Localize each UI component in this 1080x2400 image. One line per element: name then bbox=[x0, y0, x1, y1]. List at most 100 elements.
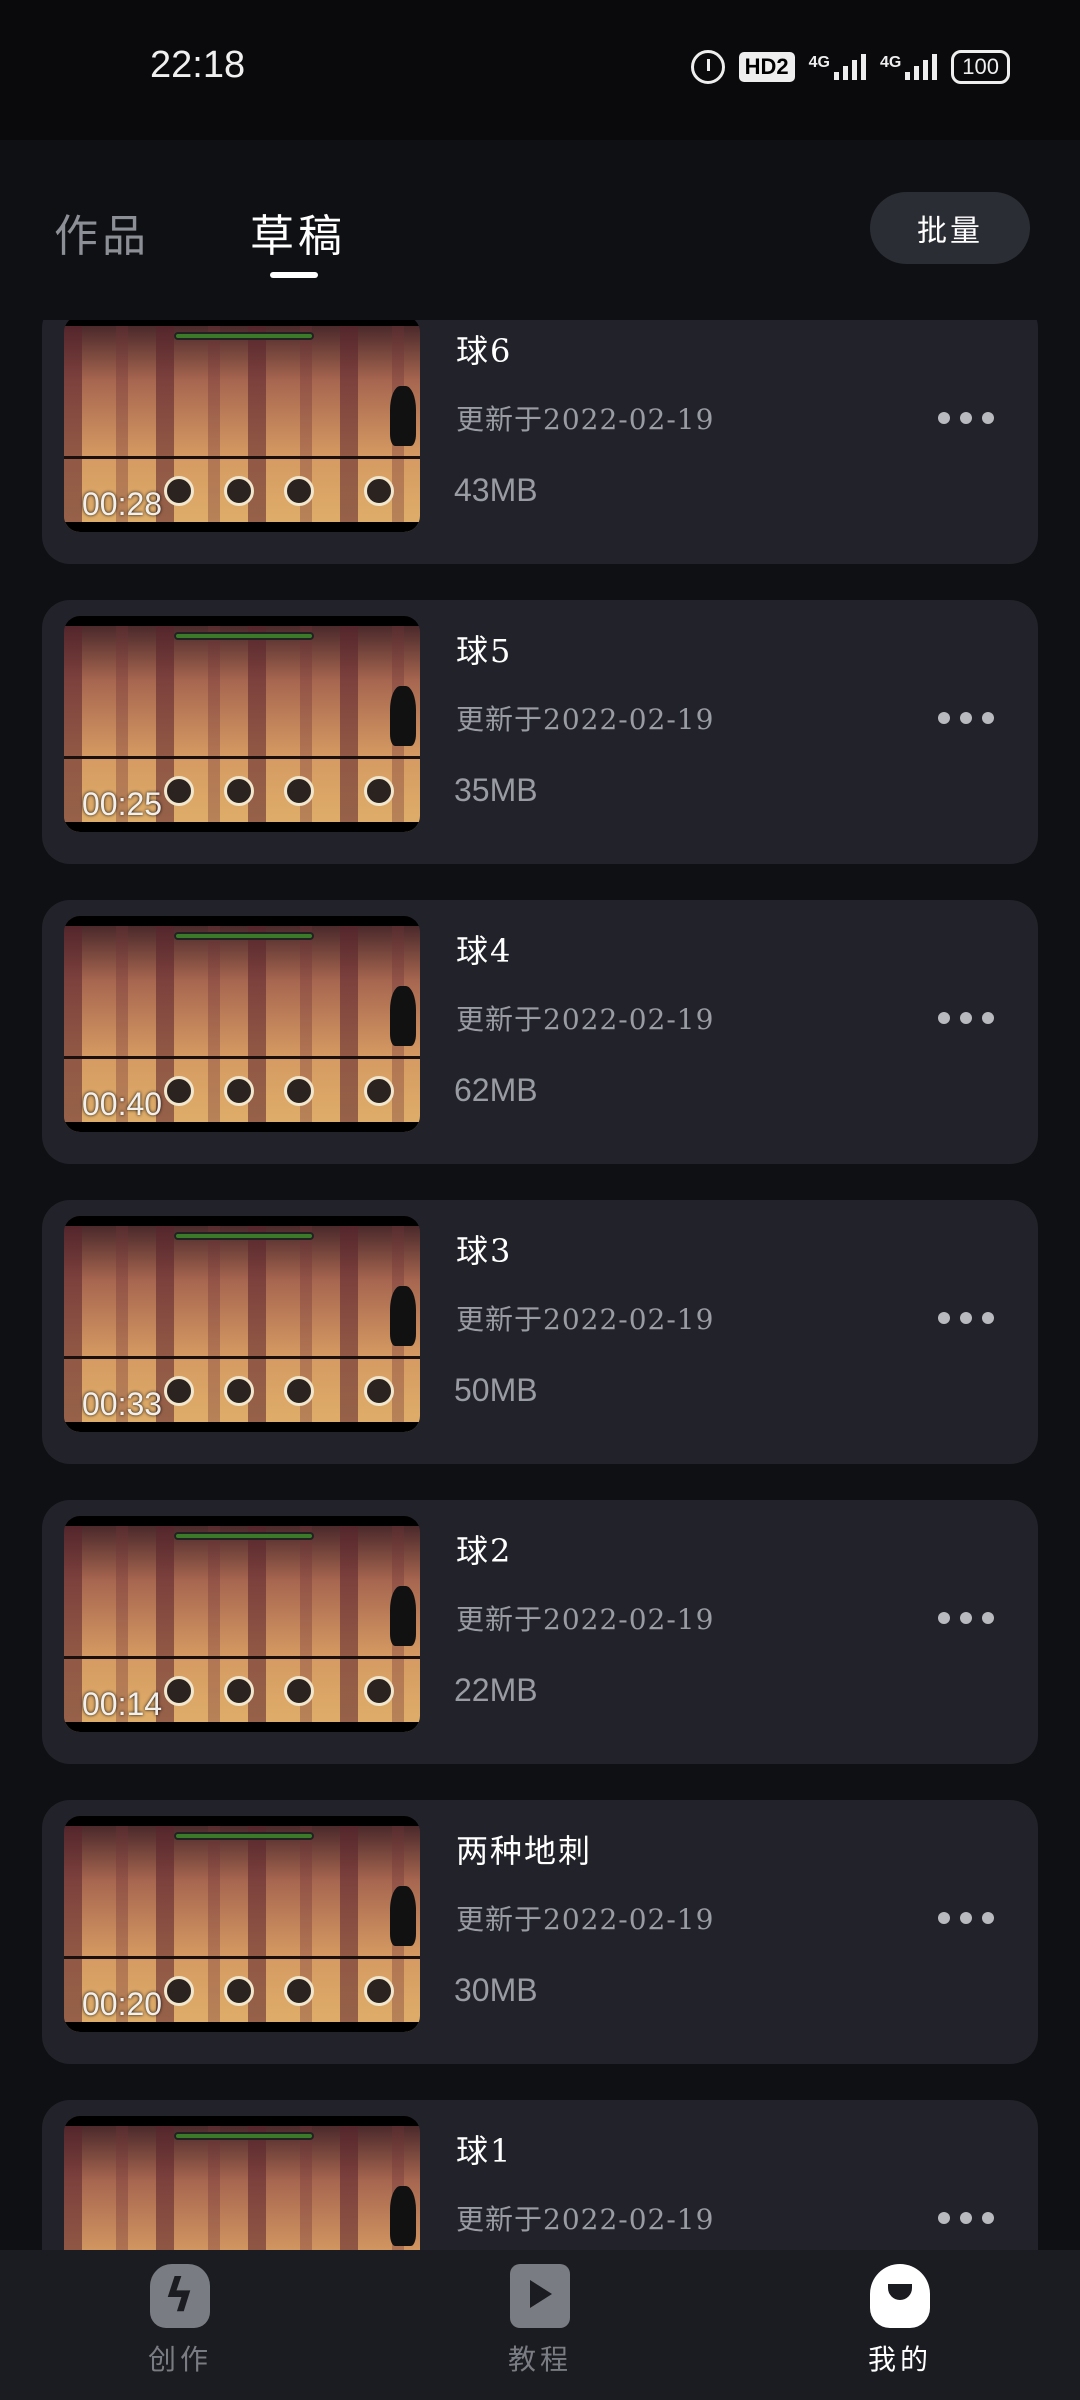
draft-duration: 00:20 bbox=[82, 1986, 163, 2022]
nav-me-label: 我的 bbox=[867, 2343, 932, 2376]
signal-icon: 4G bbox=[809, 54, 866, 80]
nav-tutorial[interactable]: 教程 bbox=[360, 2250, 720, 2400]
draft-card[interactable]: 00:28 球6 更新于2022-02-19 43MB bbox=[42, 320, 1038, 564]
draft-thumbnail[interactable]: 00:25 bbox=[64, 616, 420, 832]
skill-icon bbox=[164, 1676, 194, 1706]
draft-size: 30MB bbox=[454, 1972, 538, 2008]
draft-card[interactable]: 00:33 球3 更新于2022-02-19 50MB bbox=[42, 1200, 1038, 1464]
draft-thumbnail[interactable]: 00:14 bbox=[64, 1516, 420, 1732]
draft-title: 球2 bbox=[456, 1532, 513, 1570]
skill-icon bbox=[164, 776, 194, 806]
draft-size: 22MB bbox=[454, 1672, 538, 1708]
skill-icon bbox=[224, 1676, 254, 1706]
skill-icon bbox=[164, 1376, 194, 1406]
draft-title: 球4 bbox=[456, 932, 513, 970]
draft-thumbnail[interactable]: 00:28 bbox=[64, 320, 420, 532]
skill-icon bbox=[164, 1076, 194, 1106]
more-icon[interactable] bbox=[938, 2212, 994, 2224]
skill-icon bbox=[364, 1076, 394, 1106]
skill-icon bbox=[364, 1376, 394, 1406]
nav-tutorial-label: 教程 bbox=[507, 2343, 572, 2376]
enemy-silhouette bbox=[390, 686, 416, 746]
tab-drafts[interactable]: 草稿 bbox=[250, 200, 346, 264]
batch-button[interactable]: 批量 bbox=[870, 192, 1030, 264]
skill-icon bbox=[164, 1976, 194, 2006]
more-icon[interactable] bbox=[938, 1312, 994, 1324]
draft-duration: 00:33 bbox=[82, 1386, 163, 1422]
enemy-silhouette bbox=[390, 1886, 416, 1946]
draft-duration: 00:28 bbox=[82, 486, 163, 522]
draft-card[interactable]: 00:20 两种地刺 更新于2022-02-19 30MB bbox=[42, 1800, 1038, 2064]
more-icon[interactable] bbox=[938, 412, 994, 424]
enemy-silhouette bbox=[390, 2186, 416, 2246]
hud-bar bbox=[174, 932, 314, 940]
skill-icon bbox=[364, 476, 394, 506]
nav-me[interactable]: 我的 bbox=[720, 2250, 1080, 2400]
draft-card[interactable]: 00:25 球5 更新于2022-02-19 35MB bbox=[42, 600, 1038, 864]
hud-bar bbox=[174, 332, 314, 340]
draft-card[interactable]: 球1 更新于2022-02-19 bbox=[42, 2100, 1038, 2250]
status-bar: 22:18 HD2 4G 4G 100 bbox=[0, 0, 1080, 140]
hud-bar bbox=[174, 632, 314, 640]
draft-title: 两种地刺 bbox=[456, 1832, 593, 1870]
draft-size: 43MB bbox=[454, 472, 538, 508]
skill-icon bbox=[284, 1976, 314, 2006]
me-icon bbox=[870, 2264, 930, 2328]
hud-bar bbox=[174, 2132, 314, 2140]
network-type-label: 4G bbox=[808, 54, 830, 71]
skill-icon bbox=[224, 476, 254, 506]
network-type-label: 4G bbox=[879, 54, 902, 71]
skill-icon bbox=[284, 1676, 314, 1706]
draft-size: 35MB bbox=[454, 772, 538, 808]
hd-icon: HD2 bbox=[738, 52, 795, 82]
more-icon[interactable] bbox=[938, 712, 994, 724]
skill-icon bbox=[364, 1976, 394, 2006]
enemy-silhouette bbox=[390, 1286, 416, 1346]
draft-updated: 更新于2022-02-19 bbox=[456, 403, 715, 436]
draft-thumbnail[interactable]: 00:33 bbox=[64, 1216, 420, 1432]
draft-duration: 00:40 bbox=[82, 1086, 163, 1122]
status-icons: HD2 4G 4G 100 bbox=[690, 50, 1010, 84]
skill-icon bbox=[364, 776, 394, 806]
battery-icon: 100 bbox=[951, 50, 1010, 84]
enemy-silhouette bbox=[390, 1586, 416, 1646]
draft-updated: 更新于2022-02-19 bbox=[456, 1603, 715, 1636]
skill-icon bbox=[224, 776, 254, 806]
draft-thumbnail[interactable]: 00:40 bbox=[64, 916, 420, 1132]
draft-title: 球6 bbox=[456, 332, 513, 370]
status-time: 22:18 bbox=[150, 44, 246, 86]
draft-updated: 更新于2022-02-19 bbox=[456, 703, 715, 736]
nav-create[interactable]: 创作 bbox=[0, 2250, 360, 2400]
enemy-silhouette bbox=[390, 986, 416, 1046]
alarm-icon bbox=[690, 50, 725, 84]
skill-icon bbox=[364, 1676, 394, 1706]
skill-icon bbox=[224, 1976, 254, 2006]
skill-icon bbox=[224, 1076, 254, 1106]
hud-bar bbox=[174, 1832, 314, 1840]
more-icon[interactable] bbox=[938, 1612, 994, 1624]
more-icon[interactable] bbox=[938, 1912, 994, 1924]
more-icon[interactable] bbox=[938, 1012, 994, 1024]
skill-icon bbox=[284, 776, 314, 806]
header: 作品 草稿 批量 bbox=[0, 140, 1080, 320]
draft-title: 球1 bbox=[456, 2132, 513, 2170]
nav-create-label: 创作 bbox=[147, 2343, 212, 2376]
draft-duration: 00:25 bbox=[82, 786, 163, 822]
hud-bar bbox=[174, 1532, 314, 1540]
hud-bar bbox=[174, 1232, 314, 1240]
draft-card[interactable]: 00:40 球4 更新于2022-02-19 62MB bbox=[42, 900, 1038, 1164]
draft-updated: 更新于2022-02-19 bbox=[456, 1903, 715, 1936]
draft-updated: 更新于2022-02-19 bbox=[456, 2203, 715, 2236]
draft-thumbnail[interactable]: 00:20 bbox=[64, 1816, 420, 2032]
draft-updated: 更新于2022-02-19 bbox=[456, 1003, 715, 1036]
skill-icon bbox=[284, 476, 314, 506]
tab-works[interactable]: 作品 bbox=[54, 200, 150, 264]
skill-icon bbox=[224, 1376, 254, 1406]
draft-list-viewport[interactable]: 00:28 球6 更新于2022-02-19 43MB 00:25 球5 更新于… bbox=[0, 320, 1080, 2250]
draft-duration: 00:14 bbox=[82, 1686, 163, 1722]
draft-card[interactable]: 00:14 球2 更新于2022-02-19 22MB bbox=[42, 1500, 1038, 1764]
create-icon bbox=[150, 2264, 210, 2328]
draft-title: 球3 bbox=[456, 1232, 513, 1270]
tab-active-indicator bbox=[270, 272, 318, 278]
draft-thumbnail[interactable] bbox=[64, 2116, 420, 2250]
